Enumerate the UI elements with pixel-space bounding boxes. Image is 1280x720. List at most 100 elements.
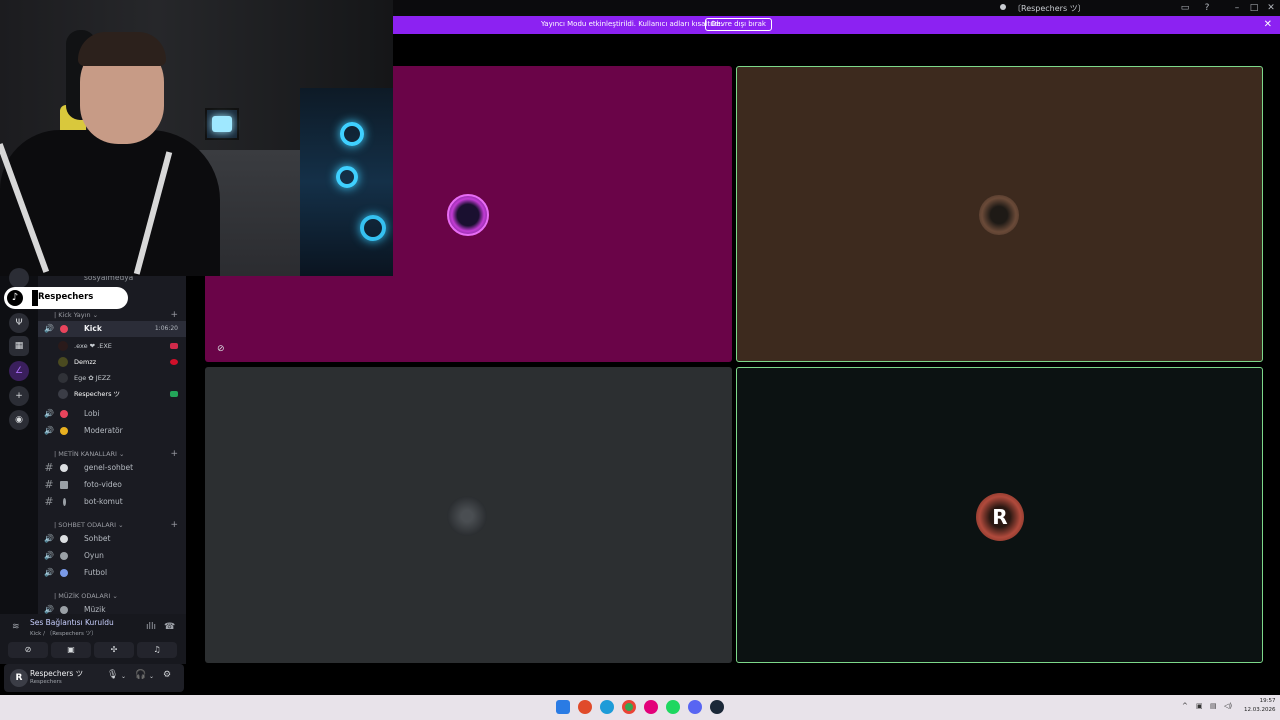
user-avatar [58,373,68,383]
mic-muted-icon: ⊘ [217,344,225,354]
user-name: Respechers ツ [30,669,84,678]
server-icon[interactable]: ∠ [9,361,29,381]
video-tile-2[interactable] [736,66,1263,362]
maximize-icon[interactable]: □ [1248,2,1260,14]
channel-futbol[interactable]: 🔊 Futbol [38,565,186,581]
category-text[interactable]: | METİN KANALLARI ⌄ + [44,448,184,460]
tiktok-name: Respechers [38,292,94,302]
mic-options-icon[interactable]: ⌄ [121,673,126,680]
steam-icon[interactable] [710,700,724,714]
voice-user[interactable]: .exe ❤ .EXE [58,338,184,354]
spotify-icon[interactable] [666,700,680,714]
app-icon[interactable] [644,700,658,714]
hashtag-icon: # [44,461,54,474]
window-title: 〔Respechers ツ〕 [1013,4,1086,13]
voice-user[interactable]: Respechers ツ [58,386,184,402]
channel-foto-video[interactable]: # foto-video [38,477,186,493]
clock[interactable]: 19:57 12.03.2026 [1244,697,1276,715]
category-music[interactable]: | MÜZİK ODALARI ⌄ [44,590,184,602]
soundboard-button[interactable]: ♫ [137,642,177,658]
video-tile-4[interactable]: R [736,367,1263,663]
add-server-icon[interactable]: + [9,386,29,406]
activities-button[interactable]: ✣ [94,642,134,658]
hashtag-icon: # [44,495,54,508]
edge-icon[interactable] [600,700,614,714]
user-avatar [58,357,68,367]
tray-app-icon[interactable]: ▤ [1210,702,1217,710]
channel-emoji-icon [60,464,68,472]
close-window-icon[interactable]: ✕ [1265,2,1277,14]
channel-lobi[interactable]: 🔊 Lobi [38,406,186,422]
voice-status-title: Ses Bağlantısı Kuruldu [30,618,114,627]
channel-bot-komut[interactable]: # bot-komut [38,494,186,510]
disable-streamer-mode-button[interactable]: Devre dışı bırak [705,18,772,31]
help-icon[interactable]: ? [1201,2,1213,14]
hashtag-icon: # [44,478,54,491]
voice-user[interactable]: Demzz [58,354,184,370]
add-channel-icon[interactable]: + [170,448,178,460]
minimize-icon[interactable]: – [1231,2,1243,14]
clock-date: 12.03.2026 [1244,707,1276,713]
gear-icon[interactable]: ⚙ [163,670,171,680]
volume-icon[interactable]: ◁) [1224,702,1232,710]
camera-off-button[interactable]: ⊘ [8,642,48,658]
participant-avatar [447,496,487,536]
connection-signal-icon: ≋ [12,622,20,632]
channel-sohbet[interactable]: 🔊 Sohbet [38,531,186,547]
channel-genel-sohbet[interactable]: # genel-sohbet [38,460,186,476]
channel-moderator[interactable]: 🔊 Moderatör [38,423,186,439]
noise-suppression-icon[interactable]: ıllı [146,622,156,632]
participant-avatar [447,194,489,236]
windows-taskbar: ^ ▣ ▤ ◁) 19:57 12.03.2026 [0,695,1280,720]
discover-icon[interactable]: ◉ [9,410,29,430]
channel-kick[interactable]: 🔊 Kick 1:06:20 [38,321,186,337]
speaker-icon: 🔊 [44,534,54,543]
channel-emoji-icon [60,427,68,435]
channel-sidebar: sosyalmedya | Kick Yayın ⌄ + 🔊 Kick 1:06… [38,276,186,614]
channel-muzik[interactable]: 🔊 Müzik [38,602,186,614]
channel-emoji-icon [60,535,68,543]
speaker-icon: 🔊 [44,605,54,614]
voice-status-subtitle: Kick / 〔Respechers ツ〕 [30,631,97,637]
add-channel-icon[interactable]: + [170,519,178,531]
video-tile-3[interactable] [205,367,732,663]
channel-emoji-icon [60,606,68,614]
headphones-icon[interactable]: 🎧 [135,670,146,680]
speaker-icon: 🔊 [44,409,54,418]
windows-start-icon[interactable] [556,700,570,714]
muted-status-icon [170,343,178,349]
speaker-icon: 🔊 [44,568,54,577]
app-icon[interactable] [578,700,592,714]
voice-user[interactable]: Ege ✿ JEZZ [58,370,184,386]
screen-share-button[interactable]: ▣ [51,642,91,658]
channel-emoji-icon [60,552,68,560]
channel-oyun[interactable]: 🔊 Oyun [38,548,186,564]
channel-emoji-icon [60,569,68,577]
audio-options-icon[interactable]: ⌄ [149,673,154,680]
participant-avatar [979,195,1019,235]
category-kick[interactable]: | Kick Yayın ⌄ + [44,309,184,321]
webcam-overlay [0,0,393,276]
live-status-icon [170,391,178,397]
channel-emoji-icon [60,410,68,418]
user-avatar[interactable]: R [10,669,28,687]
category-chat[interactable]: | SOHBET ODALARI ⌄ + [44,519,184,531]
chrome-icon[interactable] [622,700,636,714]
banner-close-icon[interactable]: ✕ [1264,19,1272,30]
server-icon[interactable]: Ψ [9,313,29,333]
server-icon[interactable] [9,268,29,288]
server-logo-icon [1000,4,1006,10]
speaker-icon: 🔊 [44,324,54,333]
channel-partial[interactable]: sosyalmedya [38,276,186,286]
server-icon[interactable]: ▦ [9,336,29,356]
tray-chevron-icon[interactable]: ^ [1182,702,1188,710]
tray-app-icon[interactable]: ▣ [1196,702,1203,710]
disconnect-icon[interactable]: ☎ [164,622,175,632]
microphone-icon[interactable]: 🎙 [107,670,118,680]
channel-timer: 1:06:20 [154,325,178,332]
add-channel-icon[interactable]: + [170,309,178,321]
participant-avatar: R [976,493,1024,541]
inbox-icon[interactable]: ▭ [1179,2,1191,14]
discord-icon[interactable] [688,700,702,714]
streamer-mode-banner: Yayıncı Modu etkinleştirildi. Kullanıcı … [393,16,1280,34]
